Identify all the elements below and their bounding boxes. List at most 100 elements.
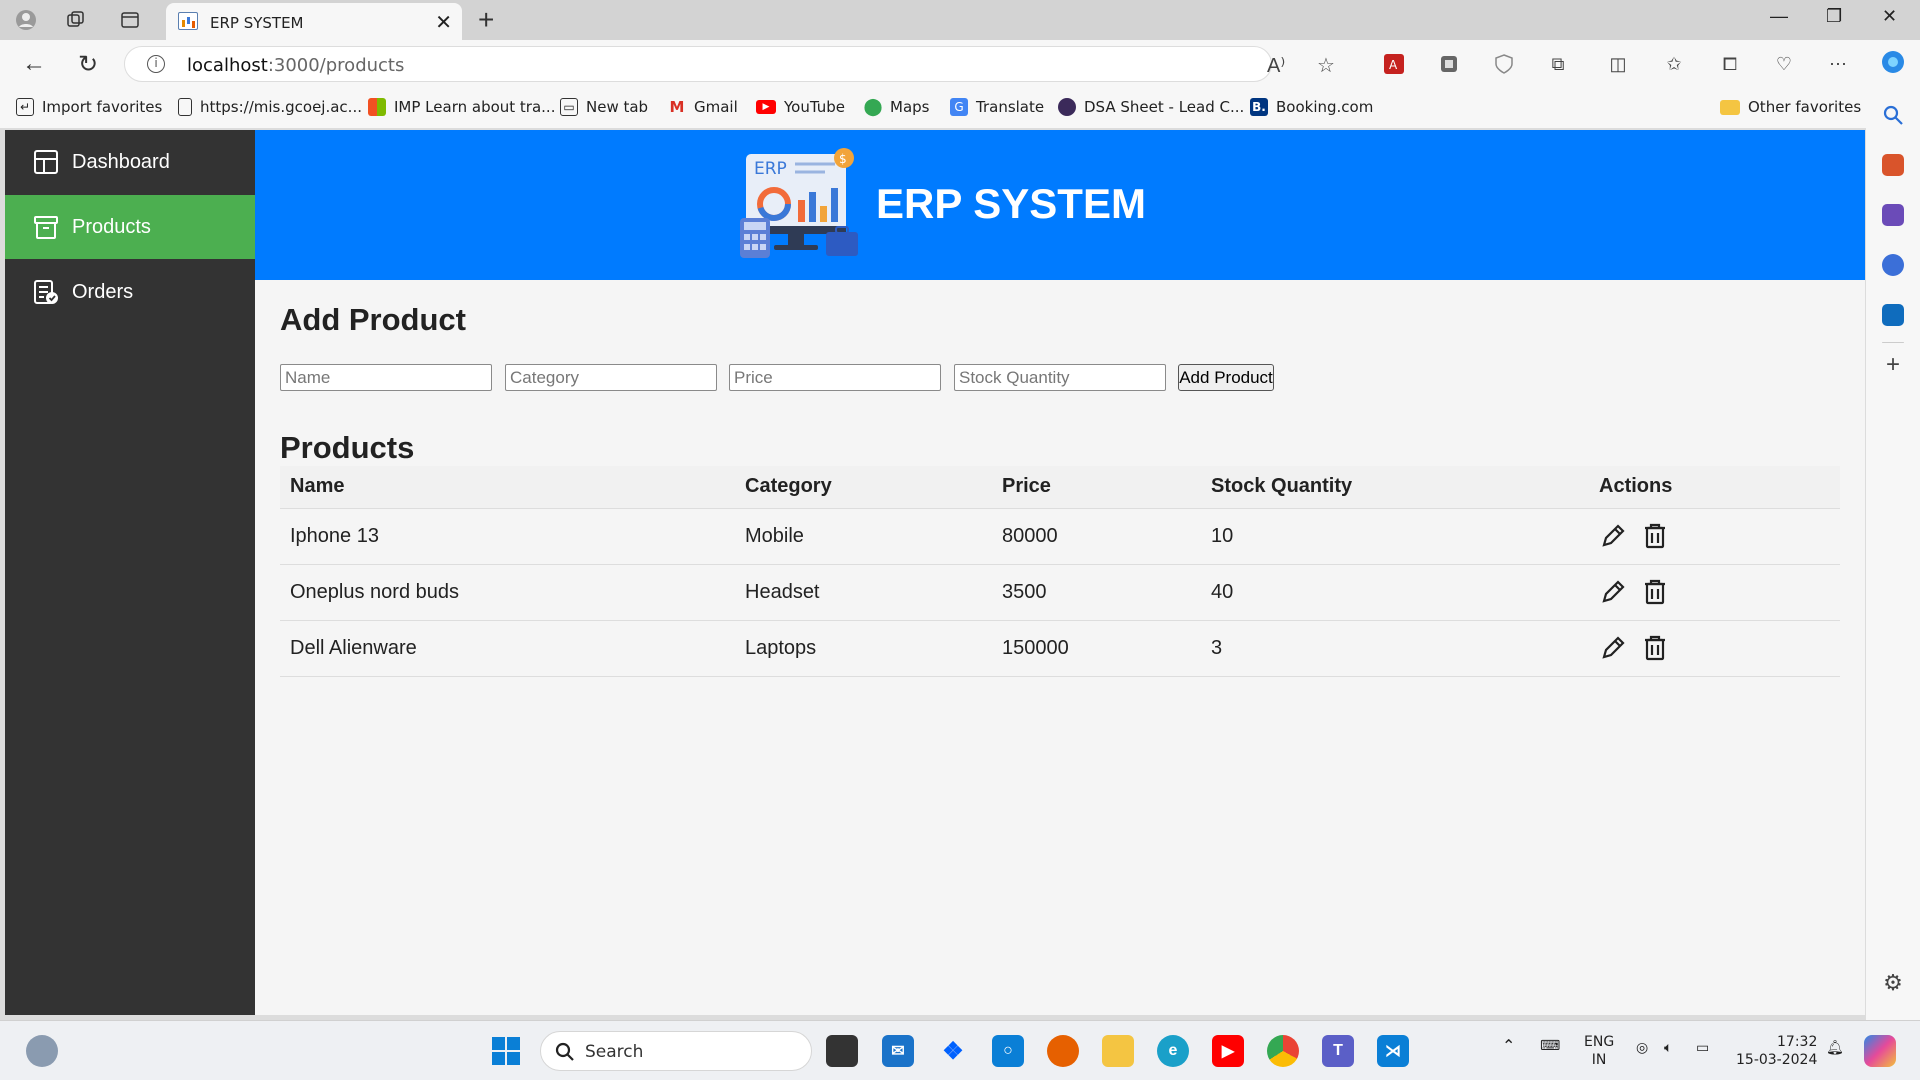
erp-page: Dashboard Products Orders ERP $ ERP SYST… — [5, 130, 1865, 1015]
cortana-icon[interactable]: ○ — [992, 1035, 1024, 1067]
back-icon[interactable]: ← — [22, 50, 46, 78]
page-icon — [178, 98, 192, 116]
cell-stock: 3 — [1201, 620, 1589, 677]
bookmark-maps[interactable]: ⬤ Maps — [863, 97, 929, 117]
tab-close-icon[interactable]: ✕ — [435, 10, 452, 35]
pdf-extension-icon[interactable]: A — [1382, 52, 1406, 76]
workspaces-icon[interactable] — [64, 8, 88, 32]
folder-icon — [1720, 99, 1740, 115]
outlook-icon[interactable] — [1882, 304, 1904, 326]
microsoft365-icon[interactable] — [1882, 254, 1904, 276]
shield-icon[interactable] — [1492, 52, 1516, 76]
collections-icon[interactable]: ⧠ — [1718, 52, 1742, 76]
bookmark-new-tab[interactable]: ▭ New tab — [560, 98, 648, 116]
youtube-app-icon[interactable]: ▶ — [1212, 1035, 1244, 1067]
table-row: Oneplus nord buds Headset 3500 40 — [280, 564, 1840, 621]
new-tab-icon[interactable]: + — [478, 4, 494, 36]
bookmark-translate[interactable]: G Translate — [950, 98, 1044, 116]
favorites-icon[interactable]: ✩ — [1662, 52, 1686, 76]
split-screen-icon[interactable]: ◫ — [1606, 52, 1630, 76]
name-input[interactable] — [280, 364, 492, 391]
network-icon[interactable]: ◎ — [1636, 1039, 1648, 1057]
add-product-button[interactable]: Add Product — [1178, 364, 1274, 391]
battery-icon[interactable]: ▭ — [1696, 1039, 1709, 1057]
file-explorer-icon[interactable] — [1102, 1035, 1134, 1067]
task-view-icon[interactable] — [826, 1035, 858, 1067]
copilot-icon[interactable] — [1880, 50, 1904, 74]
edit-icon[interactable] — [1599, 578, 1627, 606]
products-table: Name Category Price Stock Quantity Actio… — [280, 466, 1840, 677]
sidebar-item-dashboard[interactable]: Dashboard — [5, 130, 255, 194]
restore-icon[interactable]: ❐ — [1826, 6, 1842, 27]
windows-taskbar: Search ✉ ❖ ○ e ▶ T ⋊ ⌃ ⌨ ENG IN ◎ 🔈︎ ▭ 1… — [0, 1020, 1920, 1080]
cell-stock: 40 — [1201, 564, 1589, 621]
svg-text:A: A — [1389, 58, 1398, 72]
products-icon — [34, 216, 58, 239]
refresh-icon[interactable]: ↻ — [78, 50, 98, 79]
volume-icon[interactable]: 🔈︎ — [1664, 1039, 1672, 1057]
chrome-icon[interactable] — [1267, 1035, 1299, 1067]
browser-essentials-icon[interactable]: ♡ — [1772, 52, 1796, 76]
cell-stock: 10 — [1201, 508, 1589, 565]
vscode-icon[interactable]: ⋊ — [1377, 1035, 1409, 1067]
sidebar-item-orders[interactable]: Orders — [5, 260, 255, 324]
delete-icon[interactable] — [1641, 578, 1669, 606]
price-input[interactable] — [729, 364, 941, 391]
bookmark-gmail[interactable]: M Gmail — [668, 98, 738, 116]
sidebar-item-label: Dashboard — [72, 150, 170, 173]
clock[interactable]: 17:32 15-03-2024 — [1736, 1033, 1817, 1069]
taskbar-search[interactable]: Search — [540, 1031, 812, 1071]
sidebar-item-label: Orders — [72, 280, 134, 303]
bookmark-booking[interactable]: B. Booking.com — [1250, 98, 1373, 116]
edit-icon[interactable] — [1599, 634, 1627, 662]
logo-text: ERP — [754, 159, 787, 179]
sidebar-item-products[interactable]: Products — [5, 195, 255, 259]
cell-actions — [1589, 508, 1840, 565]
games-icon[interactable] — [1882, 204, 1904, 226]
mail-icon[interactable]: ✉ — [882, 1035, 914, 1067]
active-tab[interactable]: ERP SYSTEM ✕ — [166, 3, 462, 40]
firefox-icon[interactable] — [1047, 1035, 1079, 1067]
edge-sidebar: + ⚙ — [1866, 88, 1920, 1020]
other-favorites[interactable]: Other favorites — [1720, 98, 1861, 116]
add-sidebar-icon[interactable]: + — [1882, 353, 1904, 377]
url-text[interactable]: localhost:3000/products — [187, 55, 404, 76]
category-input[interactable] — [505, 364, 717, 391]
read-aloud-icon[interactable]: A⁾ — [1267, 53, 1285, 78]
tools-icon[interactable] — [1882, 154, 1904, 176]
window-close-icon[interactable]: ✕ — [1882, 6, 1897, 27]
bookmark-mis[interactable]: https://mis.gcoej.ac... — [178, 98, 362, 116]
notifications-icon[interactable]: 🔔︎ — [1826, 1039, 1844, 1057]
vertical-tabs-icon[interactable] — [118, 8, 142, 32]
bookmark-youtube[interactable]: ▶ YouTube — [756, 98, 845, 116]
copilot-taskbar-icon[interactable] — [1864, 1035, 1896, 1067]
address-bar[interactable]: i localhost:3000/products A⁾ ☆ — [124, 46, 1335, 82]
delete-icon[interactable] — [1641, 522, 1669, 550]
bookmark-imp-learn[interactable]: IMP Learn about tra... — [368, 98, 555, 116]
minimize-icon[interactable]: — — [1770, 6, 1788, 27]
site-info-icon[interactable]: i — [147, 55, 165, 73]
table-row: Dell Alienware Laptops 150000 3 — [280, 620, 1840, 677]
sidebar-settings-icon[interactable]: ⚙ — [1882, 972, 1904, 994]
teams-icon[interactable]: T — [1322, 1035, 1354, 1067]
start-windows-icon[interactable] — [490, 1035, 522, 1067]
stock-quantity-input[interactable] — [954, 364, 1166, 391]
delete-icon[interactable] — [1641, 634, 1669, 662]
dropbox-icon[interactable]: ❖ — [937, 1035, 969, 1067]
favorite-star-icon[interactable]: ☆ — [1317, 53, 1335, 78]
language-indicator[interactable]: ENG IN — [1584, 1033, 1614, 1069]
bookmark-dsa-sheet[interactable]: DSA Sheet - Lead C... — [1058, 98, 1244, 116]
weather-widget-icon[interactable] — [26, 1035, 58, 1067]
more-menu-icon[interactable]: ⋯ — [1826, 52, 1850, 76]
tray-overflow-icon[interactable]: ⌃ — [1502, 1037, 1515, 1055]
sidebar-search-icon[interactable] — [1882, 104, 1904, 126]
keyboard-icon[interactable]: ⌨ — [1540, 1037, 1560, 1055]
extension-icon[interactable] — [1437, 52, 1461, 76]
svg-text:$: $ — [839, 152, 847, 166]
profile-icon[interactable] — [14, 8, 38, 32]
extensions-puzzle-icon[interactable]: ⧉ — [1546, 52, 1570, 76]
edge-icon[interactable]: e — [1157, 1035, 1189, 1067]
import-icon: ↵ — [16, 98, 34, 116]
edit-icon[interactable] — [1599, 522, 1627, 550]
bookmark-import-favorites[interactable]: ↵ Import favorites — [16, 98, 162, 116]
